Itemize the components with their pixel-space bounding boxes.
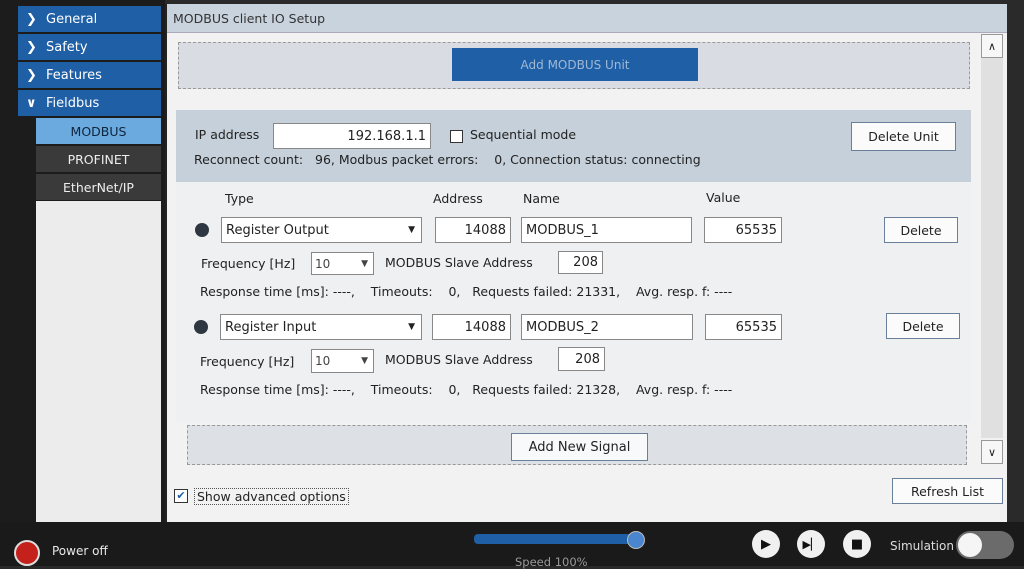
add-new-signal-label: Add New Signal — [528, 439, 631, 455]
play-icon: ▶ — [761, 536, 771, 552]
sidebar-item-fieldbus[interactable]: ∨ Fieldbus — [18, 90, 161, 116]
delete-signal-button[interactable]: Delete — [886, 313, 960, 339]
modbus-unit-panel: IP address 192.168.1.1 Sequential mode D… — [176, 110, 971, 182]
sidebar-subitem-ethernet-ip[interactable]: EtherNet/IP — [36, 174, 161, 200]
stop-button[interactable]: ■ — [843, 530, 871, 558]
add-unit-area: Add MODBUS Unit — [178, 42, 970, 89]
sidebar-subitem-label: PROFINET — [67, 151, 130, 167]
sidebar-menu: ❯ General ❯ Safety ❯ Features ∨ Fieldbus… — [18, 6, 161, 202]
refresh-list-button[interactable]: Refresh List — [892, 478, 1003, 504]
slave-address-field[interactable]: 208 — [558, 251, 603, 274]
slave-address-label: MODBUS Slave Address — [385, 255, 533, 270]
add-modbus-unit-button[interactable]: Add MODBUS Unit — [452, 48, 698, 81]
sidebar-item-safety[interactable]: ❯ Safety — [18, 34, 161, 60]
frequency-label: Frequency [Hz] — [200, 354, 295, 369]
response-stats-text: Response time [ms]: ----, Timeouts: 0, R… — [200, 382, 733, 397]
sidebar-subitem-label: MODBUS — [70, 123, 127, 139]
signal-name-field[interactable]: MODBUS_1 — [521, 217, 692, 243]
signal-type-select[interactable]: Register Input ▼ — [220, 314, 422, 340]
play-button[interactable]: ▶ — [752, 530, 780, 558]
sidebar: ❯ General ❯ Safety ❯ Features ∨ Fieldbus… — [0, 0, 165, 522]
slave-address-field[interactable]: 208 — [558, 347, 605, 371]
speed-label: Speed 100% — [515, 555, 588, 569]
signal-address-field[interactable]: 14088 — [432, 314, 511, 340]
signal-type-select[interactable]: Register Output ▼ — [221, 217, 422, 243]
signal-value-field[interactable]: 65535 — [705, 314, 782, 340]
add-new-signal-button[interactable]: Add New Signal — [511, 433, 648, 461]
caret-down-icon: ▼ — [408, 322, 415, 332]
sidebar-item-label: Fieldbus — [46, 95, 100, 111]
sidebar-subitem-label: EtherNet/IP — [63, 179, 134, 195]
power-off-label[interactable]: Power off — [52, 544, 108, 558]
caret-down-icon: ▼ — [408, 225, 415, 235]
simulation-label: Simulation — [890, 539, 954, 553]
window-title-bar: MODBUS client IO Setup — [167, 4, 1007, 33]
chevron-up-icon: ∧ — [987, 39, 997, 53]
refresh-list-label: Refresh List — [910, 483, 985, 499]
frequency-value: 10 — [315, 354, 331, 368]
ip-address-field[interactable]: 192.168.1.1 — [273, 123, 431, 149]
sidebar-item-label: Safety — [46, 39, 88, 55]
signal-type-value: Register Input — [225, 319, 317, 335]
connection-status-text: Reconnect count: 96, Modbus packet error… — [194, 152, 701, 167]
step-forward-icon: ▶▏ — [802, 537, 820, 551]
sidebar-item-label: General — [46, 11, 98, 27]
scrollbar-track[interactable] — [981, 58, 1003, 438]
signal-value-field[interactable]: 65535 — [704, 217, 782, 243]
bottom-bar: Power off Speed 100% ▶ ▶▏ ■ Simulation — [0, 522, 1024, 569]
sidebar-subitem-profinet[interactable]: PROFINET — [36, 146, 161, 172]
stop-icon: ■ — [850, 536, 864, 552]
sidebar-item-label: Features — [46, 67, 102, 83]
slave-address-label: MODBUS Slave Address — [385, 352, 533, 367]
sequential-mode-label: Sequential mode — [470, 127, 577, 142]
sidebar-item-features[interactable]: ❯ Features — [18, 62, 161, 88]
delete-unit-label: Delete Unit — [868, 129, 939, 144]
chevron-down-icon: ∨ — [987, 445, 997, 459]
response-stats-text: Response time [ms]: ----, Timeouts: 0, R… — [200, 284, 733, 299]
sidebar-subitem-modbus[interactable]: MODBUS — [36, 118, 161, 144]
signal-status-dot — [195, 223, 209, 237]
delete-signal-button[interactable]: Delete — [884, 217, 958, 243]
ip-address-label: IP address — [195, 127, 260, 142]
checkmark-icon: ✔ — [176, 489, 186, 502]
add-modbus-unit-label: Add MODBUS Unit — [520, 57, 630, 72]
chevron-right-icon: ❯ — [26, 67, 37, 83]
header-value: Value — [706, 190, 741, 205]
main-panel: MODBUS client IO Setup ∧ ∨ Add MODBUS Un… — [165, 4, 1007, 522]
speed-slider[interactable] — [474, 534, 639, 544]
frequency-select[interactable]: 10 ▼ — [311, 349, 374, 373]
chevron-down-icon: ∨ — [26, 95, 37, 111]
show-advanced-checkbox[interactable]: ✔ — [174, 489, 188, 503]
header-address: Address — [433, 191, 483, 206]
signal-status-dot — [194, 320, 208, 334]
caret-down-icon: ▼ — [361, 356, 368, 366]
frequency-value: 10 — [315, 256, 331, 271]
sidebar-item-general[interactable]: ❯ General — [18, 6, 161, 32]
speed-slider-handle[interactable] — [627, 531, 645, 549]
scroll-down-button[interactable]: ∨ — [981, 440, 1003, 464]
add-signal-area: Add New Signal — [187, 425, 967, 465]
sequential-mode-checkbox[interactable] — [450, 130, 463, 143]
delete-unit-button[interactable]: Delete Unit — [851, 122, 956, 151]
signal-address-field[interactable]: 14088 — [435, 217, 511, 243]
show-advanced-label[interactable]: Show advanced options — [194, 488, 349, 505]
frequency-label: Frequency [Hz] — [201, 256, 296, 271]
power-icon[interactable] — [14, 540, 40, 566]
step-button[interactable]: ▶▏ — [797, 530, 825, 558]
caret-down-icon: ▼ — [361, 258, 368, 269]
window-title: MODBUS client IO Setup — [173, 10, 326, 26]
simulation-toggle-knob[interactable] — [958, 533, 982, 557]
delete-signal-label: Delete — [900, 222, 942, 238]
chevron-right-icon: ❯ — [26, 11, 37, 27]
signals-area: Type Address Name Value Register Output … — [176, 182, 971, 422]
delete-signal-label: Delete — [902, 318, 944, 334]
header-name: Name — [523, 191, 560, 206]
header-type: Type — [225, 191, 254, 206]
chevron-right-icon: ❯ — [26, 39, 37, 55]
scroll-up-button[interactable]: ∧ — [981, 34, 1003, 58]
sidebar-empty-area — [36, 201, 161, 522]
signal-type-value: Register Output — [226, 222, 329, 238]
signal-name-field[interactable]: MODBUS_2 — [521, 314, 693, 340]
frequency-select[interactable]: 10 ▼ — [311, 252, 374, 275]
